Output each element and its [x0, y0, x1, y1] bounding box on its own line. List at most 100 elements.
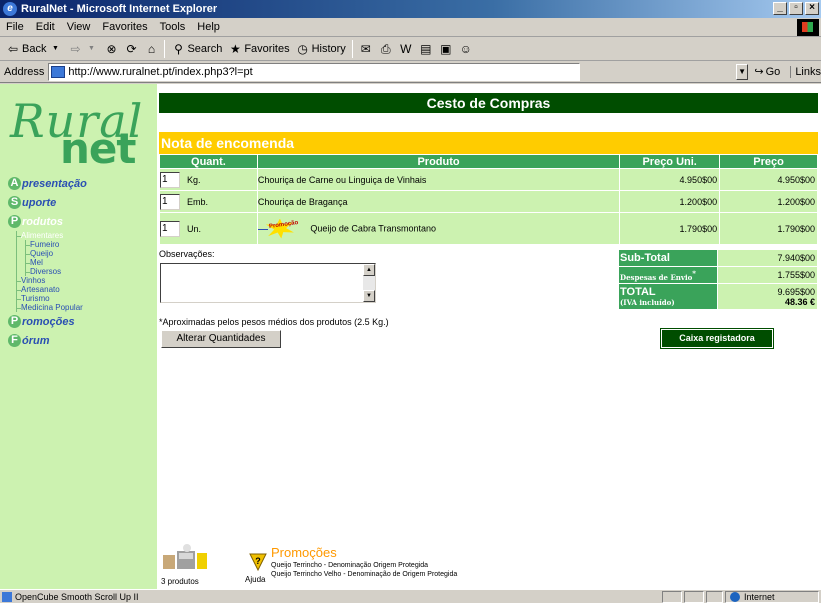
- print-button[interactable]: ⎙: [379, 42, 393, 56]
- sidebar-item-promocoes[interactable]: P romoções: [8, 312, 87, 331]
- quantity-input[interactable]: 1: [160, 220, 180, 237]
- history-button[interactable]: ◷ History: [296, 42, 345, 56]
- order-table: Quant. Produto Preço Uni. Preço 1 Kg. Ch…: [159, 154, 818, 245]
- menu-bar: File Edit View Favorites Tools Help: [0, 18, 821, 37]
- subnav-alimentares-group: Fumeiro Queijo Mel Diversos: [25, 240, 87, 276]
- back-button[interactable]: ⇦ Back ▼: [6, 42, 62, 56]
- sidebar-item-suporte[interactable]: S uporte: [8, 193, 87, 212]
- totals-table: Sub-Total 7.940$00 Despesas de Envio* 1.…: [617, 249, 818, 310]
- subnav-item-medicina-popular[interactable]: Medicina Popular: [17, 303, 87, 312]
- subnav-item-artesanato[interactable]: Artesanato: [17, 285, 87, 294]
- observations-scrollbar[interactable]: ▲ ▼: [363, 264, 375, 302]
- chevron-down-icon: ▼: [52, 44, 59, 52]
- search-button[interactable]: ⚲ Search: [171, 42, 222, 56]
- menu-view[interactable]: View: [67, 21, 91, 33]
- total-euro: 48.36 €: [784, 296, 815, 307]
- promo-tag: Promoção: [268, 219, 299, 230]
- line-price: 4.950$00: [719, 168, 818, 191]
- favorites-button[interactable]: ★ Favorites: [228, 42, 290, 56]
- security-zone: Internet: [725, 591, 819, 603]
- sidebar-subnav-produtos: Alimentares Fumeiro Queijo Mel Diversos …: [16, 231, 87, 312]
- line-price: 1.200$00: [719, 190, 818, 213]
- subtotal-label: Sub-Total: [617, 249, 719, 267]
- close-button[interactable]: ×: [805, 2, 819, 15]
- help-icon[interactable]: ?: [249, 553, 267, 571]
- address-bar: Address http://www.ruralnet.pt/index.php…: [0, 61, 821, 83]
- column-header: Produto: [256, 154, 621, 169]
- discuss-button[interactable]: ▤: [419, 42, 433, 56]
- maximize-button[interactable]: ▫: [789, 2, 803, 15]
- subnav-item-fumeiro[interactable]: Fumeiro: [26, 240, 87, 249]
- promo-link[interactable]: Queijo Terrincho - Denominação Origem Pr…: [271, 562, 428, 569]
- go-arrow-icon: ↪: [754, 66, 764, 78]
- svg-text:?: ?: [255, 556, 261, 566]
- promo-lines-icon: [257, 228, 268, 230]
- status-bar: OpenCube Smooth Scroll Up II Internet: [0, 589, 821, 603]
- subnav-item-diversos[interactable]: Diversos: [26, 267, 87, 276]
- subnav-item-turismo[interactable]: Turismo: [17, 294, 87, 303]
- messenger-button[interactable]: ☺: [459, 42, 473, 56]
- total-label: TOTAL (IVA incluído): [617, 283, 719, 310]
- quantity-input[interactable]: 1: [160, 193, 180, 210]
- subnav-item-vinhos[interactable]: Vinhos: [17, 276, 87, 285]
- sidebar-item-forum[interactable]: F órum: [8, 331, 87, 350]
- research-button[interactable]: ▣: [439, 42, 453, 56]
- forward-button[interactable]: ⇨ ▼: [68, 42, 98, 56]
- ruralnet-logo[interactable]: Rural net: [4, 94, 144, 173]
- research-icon: ▣: [440, 41, 452, 56]
- promo-badge[interactable]: Promoção: [257, 218, 302, 239]
- footnote: *Aproximadas pelos pesos médios dos prod…: [159, 317, 389, 327]
- mail-button[interactable]: ✉: [359, 42, 373, 56]
- refresh-button[interactable]: ⟳: [124, 42, 138, 56]
- minimize-button[interactable]: _: [773, 2, 787, 15]
- alter-quantities-button[interactable]: Alterar Quantidades: [161, 330, 281, 348]
- promo-heading[interactable]: Promoções: [271, 545, 337, 560]
- column-header: Preço: [719, 154, 818, 169]
- cart-count[interactable]: 3 produtos: [161, 577, 199, 586]
- subnav-item-queijo[interactable]: Queijo: [26, 249, 87, 258]
- sidebar-nav: A presentação S uporte P rodutos Aliment…: [8, 174, 87, 350]
- logo-text-net: net: [60, 124, 136, 173]
- home-button[interactable]: ⌂: [144, 42, 158, 56]
- subnav-item-mel[interactable]: Mel: [26, 258, 87, 267]
- quantity-input[interactable]: 1: [160, 171, 180, 188]
- scroll-down-icon[interactable]: ▼: [363, 290, 375, 302]
- help-label[interactable]: Ajuda: [245, 575, 265, 584]
- line-price: 1.790$00: [719, 212, 818, 245]
- shipping-row: Despesas de Envio* 1.755$00: [617, 266, 818, 284]
- address-dropdown-button[interactable]: ▼: [735, 63, 749, 80]
- menu-help[interactable]: Help: [197, 21, 220, 33]
- menu-file[interactable]: File: [6, 21, 24, 33]
- promo-link[interactable]: Queijo Terrincho Velho - Denominação de …: [271, 571, 457, 578]
- table-row: 1 Emb. Chouriça de Bragança 1.200$00 1.2…: [159, 190, 818, 213]
- cart-icon[interactable]: [161, 543, 221, 571]
- checkout-button[interactable]: Caixa registadora: [660, 328, 774, 349]
- window-title-bar[interactable]: e RuralNet - Microsoft Internet Explorer…: [0, 0, 821, 18]
- menu-tools[interactable]: Tools: [160, 21, 186, 33]
- sidebar-item-apresentacao[interactable]: A presentação: [8, 174, 87, 193]
- menu-edit[interactable]: Edit: [36, 21, 55, 33]
- product-name: Queijo de Cabra Transmontano: [310, 222, 436, 233]
- links-button[interactable]: Links: [790, 65, 821, 78]
- unit-price: 1.790$00: [619, 212, 721, 245]
- refresh-icon: ⟳: [126, 41, 137, 56]
- stop-button[interactable]: ⊗: [104, 42, 118, 56]
- print-icon: ⎙: [381, 41, 391, 56]
- subtotal-row: Sub-Total 7.940$00: [617, 249, 818, 267]
- messenger-icon: ☺: [459, 41, 472, 56]
- scroll-up-icon[interactable]: ▲: [363, 264, 375, 276]
- address-input[interactable]: http://www.ruralnet.pt/index.php3?l=pt: [48, 62, 580, 81]
- sidebar-item-produtos[interactable]: P rodutos: [8, 212, 87, 231]
- go-button[interactable]: ↪ Go: [754, 65, 780, 79]
- ie-icon: e: [3, 2, 17, 16]
- total-value: 9.695$00 48.36 €: [717, 283, 818, 310]
- menu-favorites[interactable]: Favorites: [102, 21, 147, 33]
- word-icon: W: [400, 41, 412, 56]
- observations-textarea[interactable]: [160, 263, 376, 303]
- windows-logo-icon: [797, 19, 819, 36]
- page-icon: [51, 65, 66, 78]
- edit-button[interactable]: W: [399, 42, 413, 56]
- stop-icon: ⊗: [106, 41, 117, 56]
- table-header-row: Quant. Produto Preço Uni. Preço: [159, 154, 818, 169]
- subnav-item-alimentares[interactable]: Alimentares: [17, 231, 87, 240]
